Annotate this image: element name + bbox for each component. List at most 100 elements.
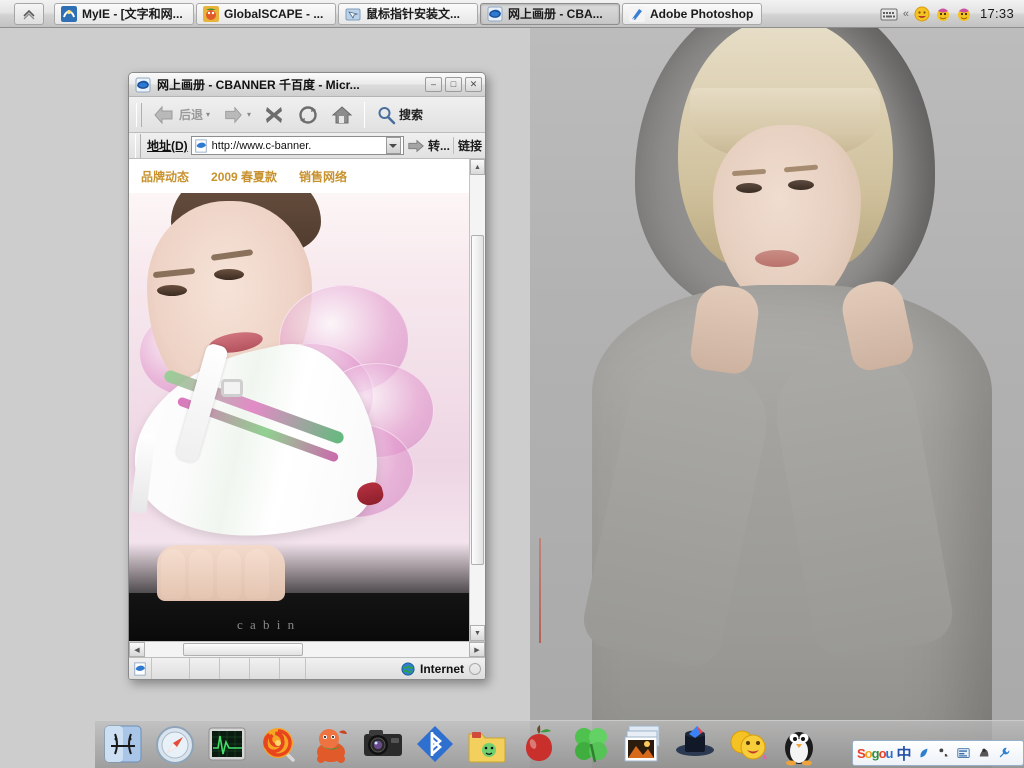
dock-item-penguin[interactable] <box>777 722 821 766</box>
close-button[interactable]: ✕ <box>465 77 482 92</box>
nav-item-sales-network[interactable]: 销售网络 <box>299 168 347 185</box>
chevron-down-icon[interactable]: ▾ <box>247 110 251 119</box>
arrow-right-icon <box>225 105 242 124</box>
globe-icon <box>401 661 415 676</box>
dock-item-safari[interactable] <box>153 722 197 766</box>
status-page-icon-cell <box>129 658 152 679</box>
refresh-button[interactable] <box>292 100 324 130</box>
scroll-right-button[interactable]: ▶ <box>469 642 485 657</box>
dock-item-smileys[interactable] <box>725 722 769 766</box>
resize-grip[interactable] <box>469 662 481 675</box>
dock-item-dragon[interactable] <box>309 722 353 766</box>
tray-overflow-chevron[interactable]: « <box>903 8 909 20</box>
sogou-logo-o1: o <box>864 745 873 761</box>
go-button[interactable]: 转... <box>407 137 450 154</box>
advert-finger <box>161 549 185 599</box>
browser-toolbar[interactable]: 后退 ▾ ▾ 搜索 <box>129 97 485 133</box>
window-controls[interactable]: – □ ✕ <box>425 77 482 92</box>
dock-item-camera[interactable] <box>361 722 405 766</box>
horizontal-scroll-thumb[interactable] <box>183 643 303 656</box>
back-label: 后退 <box>179 108 204 122</box>
forward-button[interactable]: ▾ <box>217 100 256 130</box>
activity-monitor-icon <box>208 727 246 761</box>
stop-button[interactable] <box>258 100 290 130</box>
webpage[interactable]: 品牌动态 2009 春夏款 销售网络 c a b i n <box>129 159 469 641</box>
status-cell <box>220 658 250 679</box>
magnifier-icon <box>378 106 396 124</box>
dock[interactable]: Sogou 中 <box>95 720 1024 768</box>
links-button[interactable]: 链接 <box>452 137 482 154</box>
sogou-ime-bar[interactable]: Sogou 中 <box>852 740 1024 766</box>
dock-item-photos[interactable] <box>621 722 665 766</box>
browser-content-area[interactable]: 品牌动态 2009 春夏款 销售网络 c a b i n ▲ ▼ ◀ ▶ <box>129 159 485 657</box>
browser-window[interactable]: 网上画册 - CBANNER 千百度 - Micr... – □ ✕ 后退 ▾ <box>128 72 486 680</box>
browser-address-bar[interactable]: 地址(D) http://www.c-banner. 转... 链接 <box>129 133 485 159</box>
search-button[interactable]: 搜索 <box>371 100 428 130</box>
dock-item-clover[interactable] <box>569 722 613 766</box>
qq-penguin-icon[interactable] <box>956 6 972 22</box>
horizontal-scroll-track[interactable] <box>145 642 469 657</box>
show-desktop-chevron-button[interactable] <box>14 2 44 25</box>
dock-item-bluetooth[interactable] <box>413 722 457 766</box>
status-cell <box>190 658 220 679</box>
ime-mode-button[interactable]: 中 <box>896 743 911 764</box>
dock-item-activity-monitor[interactable] <box>205 722 249 766</box>
hero-advert-image[interactable]: c a b i n <box>129 193 469 641</box>
taskbar[interactable]: MyIE - [文字和网... GlobalSCAPE - ... 鼠标指针安装… <box>0 0 1024 28</box>
toolbox-icon[interactable] <box>976 745 992 761</box>
taskbar-task-cbanner[interactable]: 网上画册 - CBA... <box>480 2 620 25</box>
vertical-scroll-thumb[interactable] <box>471 235 484 565</box>
chevron-down-icon[interactable]: ▾ <box>206 110 210 119</box>
search-label: 搜索 <box>399 108 424 122</box>
toolbar-grip[interactable] <box>136 102 142 127</box>
home-button[interactable] <box>326 100 358 130</box>
smiley-icon[interactable] <box>914 6 930 22</box>
dragon-icon <box>317 729 347 763</box>
scroll-left-button[interactable]: ◀ <box>129 642 145 657</box>
scroll-up-button[interactable]: ▲ <box>470 159 485 175</box>
vertical-scrollbar[interactable]: ▲ ▼ <box>469 159 485 641</box>
sogou-logo-s: S <box>857 745 866 761</box>
safari-icon <box>156 726 194 764</box>
moon-icon[interactable] <box>916 745 932 761</box>
dock-item-lollipop[interactable] <box>257 722 301 766</box>
site-navigation[interactable]: 品牌动态 2009 春夏款 销售网络 <box>129 159 469 193</box>
dock-item-finder[interactable] <box>101 722 145 766</box>
keyboard-icon[interactable] <box>880 6 898 22</box>
dock-item-apple[interactable] <box>517 722 561 766</box>
address-dropdown-button[interactable] <box>385 137 401 154</box>
desktop[interactable]: MyIE - [文字和网... GlobalSCAPE - ... 鼠标指针安装… <box>0 0 1024 768</box>
apple-icon <box>526 725 552 761</box>
taskbar-task-myie[interactable]: MyIE - [文字和网... <box>54 2 194 25</box>
keyboard-icon[interactable] <box>956 745 972 761</box>
qq-penguin-icon[interactable] <box>935 6 951 22</box>
addressbar-grip[interactable] <box>135 133 141 158</box>
browser-title-bar[interactable]: 网上画册 - CBANNER 千百度 - Micr... – □ ✕ <box>129 73 485 97</box>
go-label: 转... <box>427 139 450 153</box>
horizontal-scrollbar[interactable]: ◀ ▶ <box>129 641 485 657</box>
taskbar-task-label: 鼠标指针安装文... <box>366 7 461 21</box>
nav-item-2009-spring-summer[interactable]: 2009 春夏款 <box>211 168 277 185</box>
taskbar-task-label: Adobe Photoshop <box>650 6 754 21</box>
bluetooth-icon <box>417 726 453 762</box>
vertical-scroll-track[interactable] <box>470 175 485 625</box>
taskbar-task-cursor-folder[interactable]: 鼠标指针安装文... <box>338 2 478 25</box>
taskbar-clock[interactable]: 17:33 <box>977 6 1014 21</box>
taskbar-task-label: GlobalSCAPE - ... <box>224 6 324 21</box>
minimize-button[interactable]: – <box>425 77 442 92</box>
address-input[interactable]: http://www.c-banner. <box>190 136 404 155</box>
photos-icon <box>624 725 660 762</box>
dock-item-folder[interactable] <box>465 722 509 766</box>
nav-item-brand-news[interactable]: 品牌动态 <box>141 168 189 185</box>
dock-item-magic-hat[interactable] <box>673 722 717 766</box>
back-button[interactable]: 后退 ▾ <box>147 100 215 130</box>
taskbar-task-globalscape[interactable]: GlobalSCAPE - ... <box>196 2 336 25</box>
punctuation-icon[interactable] <box>936 745 952 761</box>
wrench-icon[interactable] <box>996 745 1012 761</box>
photoshop-icon <box>629 5 645 22</box>
advert-finger <box>245 549 269 599</box>
system-tray[interactable]: « 17:33 <box>880 6 1020 22</box>
maximize-button[interactable]: □ <box>445 77 462 92</box>
scroll-down-button[interactable]: ▼ <box>470 625 485 641</box>
taskbar-task-photoshop[interactable]: Adobe Photoshop <box>622 2 762 25</box>
